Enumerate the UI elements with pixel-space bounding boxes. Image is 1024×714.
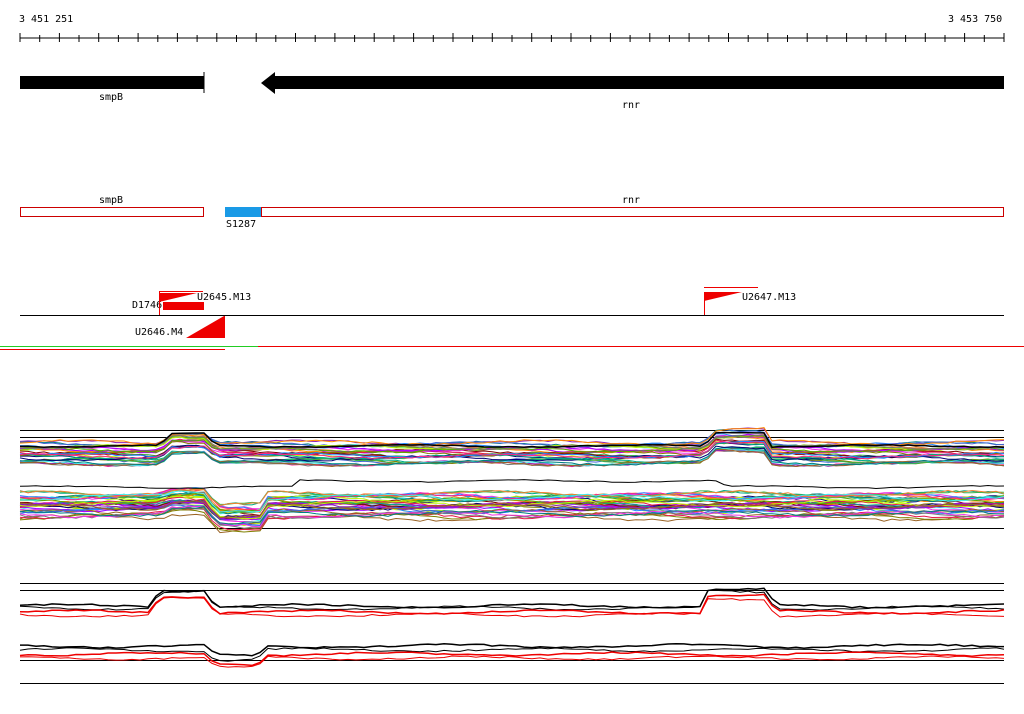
summary-line — [19, 655, 1005, 668]
tile-u2647[interactable] — [704, 292, 742, 301]
expression-profile-panel — [19, 427, 1005, 534]
expression-line — [19, 513, 1005, 534]
tile-u2645[interactable] — [159, 293, 197, 302]
annotation-box-rnr[interactable] — [261, 207, 1004, 217]
tiling-track — [0, 287, 1024, 350]
summary-profile-panel — [19, 583, 1005, 684]
coordinate-ruler — [19, 33, 1005, 42]
annotation-track — [20, 207, 1004, 217]
gene-arrow-smpB[interactable] — [20, 76, 204, 89]
tile-u2646[interactable] — [186, 316, 224, 338]
genome-browser-canvas — [0, 33, 1024, 684]
expression-mean-line — [19, 479, 1005, 490]
tile-d1746[interactable] — [163, 302, 204, 310]
feature-box-s1287[interactable] — [225, 207, 261, 217]
annotation-box-smpB[interactable] — [20, 207, 204, 217]
gene-arrow-rnr[interactable] — [261, 72, 1004, 94]
gene-track — [20, 72, 1004, 94]
